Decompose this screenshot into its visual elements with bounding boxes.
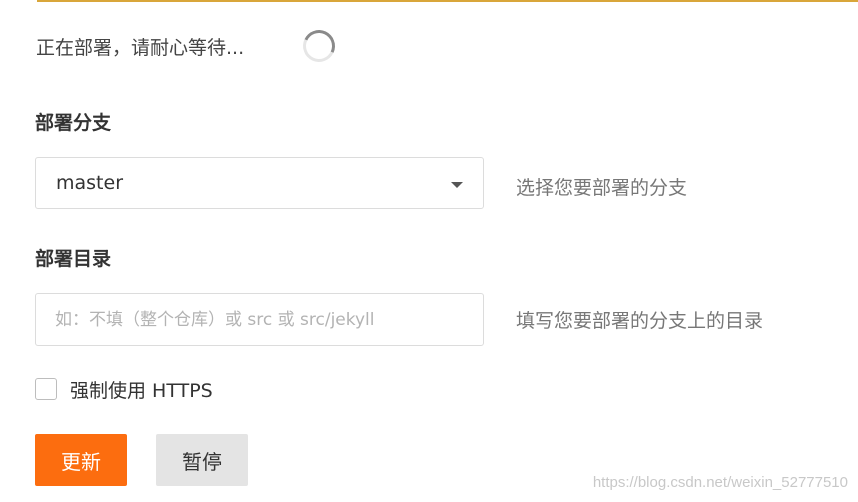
update-button[interactable]: 更新 [35, 434, 127, 486]
caret-down-icon [451, 182, 463, 188]
branch-label: 部署分支 [35, 112, 112, 134]
branch-select-value: master [56, 172, 124, 194]
force-https-label[interactable]: 强制使用 HTTPS [70, 376, 213, 403]
force-https-row[interactable]: 强制使用 HTTPS [35, 375, 213, 403]
force-https-checkbox[interactable] [35, 378, 57, 400]
deploy-status-row: 正在部署，请耐心等待... [36, 30, 244, 62]
branch-select[interactable]: master [35, 157, 484, 209]
branch-hint: 选择您要部署的分支 [516, 177, 688, 199]
watermark-text: https://blog.csdn.net/weixin_52777510 [592, 474, 848, 491]
top-divider [37, 0, 858, 2]
loading-spinner-icon [298, 25, 340, 67]
pause-button[interactable]: 暂停 [156, 434, 248, 486]
deploy-status-text: 正在部署，请耐心等待... [36, 36, 245, 59]
directory-label: 部署目录 [35, 248, 112, 270]
directory-hint: 填写您要部署的分支上的目录 [516, 310, 764, 332]
directory-input[interactable] [35, 293, 484, 346]
deploy-settings-panel: 正在部署，请耐心等待... 部署分支 master 选择您要部署的分支 部署目录… [0, 0, 858, 502]
